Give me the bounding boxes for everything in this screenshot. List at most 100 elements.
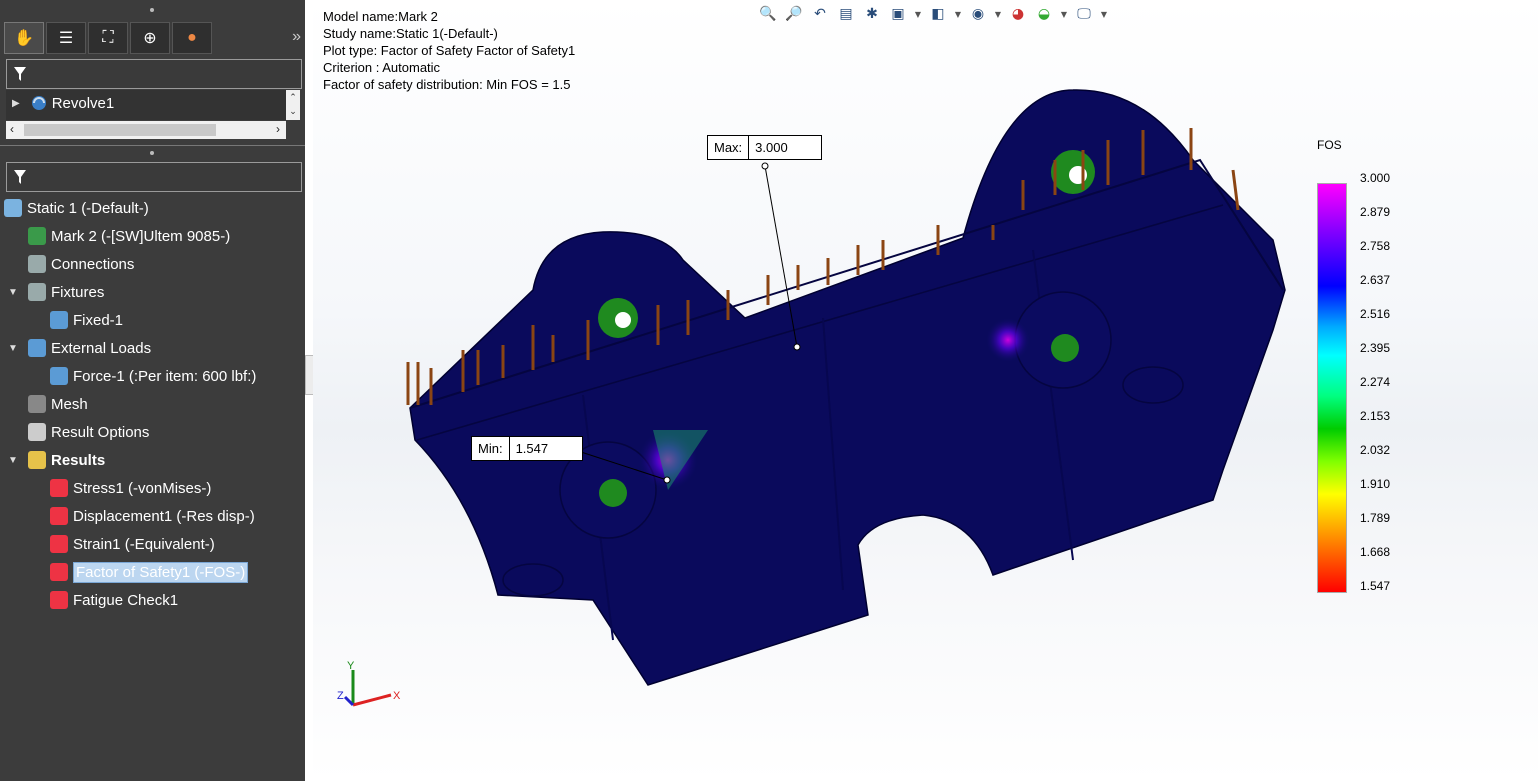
tree-item-label: Fatigue Check1 [73, 591, 179, 609]
display-manager-icon: ● [187, 29, 197, 46]
tree-item-label: Mesh [51, 395, 88, 413]
reference-triad: Y X Z [337, 660, 401, 707]
tree-item-label: Results [51, 451, 106, 469]
strain-plot-icon [50, 535, 68, 553]
expand-caret-icon[interactable]: ▼ [8, 287, 22, 298]
tree-vertical-scrollbar[interactable]: ⌃ ⌄ [286, 90, 300, 120]
more-tabs-chevron-icon[interactable]: » [292, 28, 301, 46]
tree-item-10[interactable]: Stress1 (-vonMises-) [50, 474, 211, 502]
study-icon [4, 199, 22, 217]
triad-z-label: Z [337, 690, 344, 702]
legend-tick-label: 1.789 [1360, 511, 1391, 525]
tree-horizontal-scrollbar[interactable]: ‹ › [6, 121, 286, 139]
tree-row-revolve[interactable]: ▶ Revolve1 [12, 94, 114, 112]
tree-item-9[interactable]: ▼ Results [8, 446, 105, 474]
expand-caret-icon[interactable]: ▼ [8, 343, 22, 354]
filter-icon [14, 170, 26, 184]
expand-caret-icon[interactable]: ▶ [12, 98, 20, 109]
tab-display-manager[interactable]: ● [172, 22, 212, 54]
result-options-icon [28, 423, 46, 441]
graphics-viewport[interactable]: Model name:Mark 2 Study name:Static 1(-D… [313, 0, 1538, 781]
tree-item-label: Force-1 (:Per item: 600 lbf:) [73, 367, 257, 385]
fos-part-body[interactable] [409, 89, 1286, 686]
tab-property-manager[interactable]: ☰ [46, 22, 86, 54]
legend-tick-label: 2.516 [1360, 307, 1391, 321]
external-loads-icon [28, 339, 46, 357]
tree-item-14[interactable]: Fatigue Check1 [50, 586, 178, 614]
scroll-left-icon[interactable]: ‹ [10, 122, 14, 136]
tab-feature-manager[interactable]: ✋ [4, 22, 44, 54]
tree-item-label: Mark 2 (-[SW]Ultem 9085-) [51, 227, 231, 245]
probe-max-label[interactable]: Max: 3.000 [707, 135, 823, 160]
filter-icon [14, 67, 26, 81]
tree-item-13[interactable]: Factor of Safety1 (-FOS-) [50, 558, 249, 586]
mesh-icon [28, 395, 46, 413]
tree-item-label: Displacement1 (-Res disp-) [73, 507, 255, 525]
property-manager-icon: ☰ [58, 30, 74, 47]
tree-item-8[interactable]: Result Options [8, 418, 149, 446]
filter-box-sim[interactable] [6, 162, 302, 192]
legend-tick-label: 1.547 [1360, 579, 1391, 593]
feature-manager-panel: ✋ ☰ ⛶ ⊕ ● » ▶ Revolve1 ⌃ ⌄ ‹ › Static 1 (… [0, 0, 305, 781]
tree-item-6[interactable]: Force-1 (:Per item: 600 lbf:) [50, 362, 256, 390]
tree-item-5[interactable]: ▼ External Loads [8, 334, 151, 362]
legend-title: FOS [1317, 138, 1342, 152]
dimxpert-icon: ⊕ [143, 30, 157, 47]
stress-plot-icon [50, 479, 68, 497]
revolve-label: Revolve1 [51, 94, 115, 112]
legend-tick-label: 1.668 [1360, 545, 1391, 559]
fatigue-icon [50, 591, 68, 609]
configuration-icon: ⛶ [102, 29, 114, 46]
tree-item-11[interactable]: Displacement1 (-Res disp-) [50, 502, 255, 530]
tree-item-12[interactable]: Strain1 (-Equivalent-) [50, 530, 215, 558]
tree-item-3[interactable]: ▼ Fixtures [8, 278, 104, 306]
filter-box-top[interactable] [6, 59, 302, 89]
legend-tick-label: 2.274 [1360, 375, 1391, 389]
tree-item-label: Result Options [51, 423, 150, 441]
force-icon [50, 367, 68, 385]
fixtures-icon [28, 283, 46, 301]
tree-item-label: Static 1 (-Default-) [27, 199, 149, 217]
tab-dimxpert[interactable]: ⊕ [130, 22, 170, 54]
tree-item-0[interactable]: Static 1 (-Default-) [4, 194, 149, 222]
fos-plot-icon [50, 563, 68, 581]
tree-item-7[interactable]: Mesh [8, 390, 88, 418]
legend-tick-label: 2.032 [1360, 443, 1391, 457]
part-icon [28, 227, 46, 245]
probe-min-value: 1.547 [515, 441, 549, 456]
probe-max-value: 3.000 [755, 140, 788, 155]
expand-caret-icon[interactable]: ▼ [8, 455, 22, 466]
panel-grip-middle[interactable] [0, 149, 305, 157]
feature-tree-mini: ▶ Revolve1 ⌃ ⌄ [6, 90, 300, 120]
scroll-right-icon[interactable]: › [276, 122, 280, 136]
legend-tick-label: 3.000 [1360, 171, 1391, 185]
tree-item-label: Fixed-1 [73, 311, 124, 329]
tree-item-4[interactable]: Fixed-1 [50, 306, 123, 334]
revolve-icon [31, 96, 46, 110]
results-folder-icon [28, 451, 46, 469]
probe-min-label[interactable]: Min: 1.547 [471, 436, 583, 461]
tree-item-label: Fixtures [51, 283, 105, 301]
tree-item-label: External Loads [51, 339, 152, 357]
legend-tick-label: 2.879 [1360, 205, 1391, 219]
tree-item-label: Strain1 (-Equivalent-) [73, 535, 215, 553]
legend-tick-label: 2.637 [1360, 273, 1391, 287]
panel-grip-top[interactable] [0, 6, 305, 14]
tree-item-label: Factor of Safety1 (-FOS-) [73, 561, 249, 583]
legend-tick-label: 1.910 [1360, 477, 1391, 491]
tree-item-label: Connections [51, 255, 135, 273]
tree-item-2[interactable]: Connections [8, 250, 134, 278]
connections-icon [28, 255, 46, 273]
model-render [406, 89, 1286, 686]
probe-max-key: Max: [708, 136, 750, 159]
legend-tick-label: 2.395 [1360, 341, 1391, 355]
fos-color-legend-bar[interactable] [1317, 183, 1347, 593]
triad-y-label: Y [347, 660, 355, 672]
scroll-thumb[interactable] [24, 124, 216, 136]
tree-item-1[interactable]: Mark 2 (-[SW]Ultem 9085-) [8, 222, 230, 250]
feature-manager-icon: ✋ [14, 30, 34, 47]
tab-configuration-manager[interactable]: ⛶ [88, 22, 128, 54]
fixed-icon [50, 311, 68, 329]
triad-x-label: X [393, 690, 401, 702]
tree-item-label: Stress1 (-vonMises-) [73, 479, 212, 497]
